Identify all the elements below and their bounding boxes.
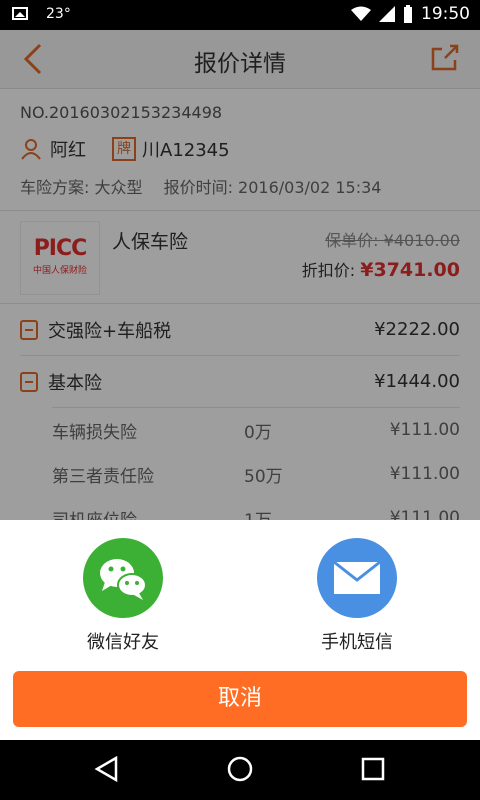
mail-icon: [317, 538, 397, 618]
home-nav-icon[interactable]: [225, 754, 255, 784]
share-sms-button[interactable]: 手机短信: [292, 538, 422, 654]
sms-label: 手机短信: [321, 632, 393, 653]
recents-nav-icon[interactable]: [358, 754, 388, 784]
system-nav-bar: [0, 740, 480, 800]
share-sheet: 微信好友 手机短信 取消: [0, 520, 480, 740]
signal-icon: [379, 6, 395, 22]
battery-icon: [404, 5, 412, 23]
cancel-button[interactable]: 取消: [13, 671, 467, 727]
wechat-icon: [83, 538, 163, 618]
image-notification-icon: [12, 7, 28, 20]
wifi-icon: [351, 6, 371, 21]
share-wechat-button[interactable]: 微信好友: [58, 538, 188, 654]
status-bar: 23° 19:50: [0, 0, 480, 30]
back-nav-icon[interactable]: [92, 754, 122, 784]
wechat-label: 微信好友: [87, 632, 159, 653]
temperature: 23°: [46, 6, 71, 22]
clock: 19:50: [421, 4, 470, 24]
